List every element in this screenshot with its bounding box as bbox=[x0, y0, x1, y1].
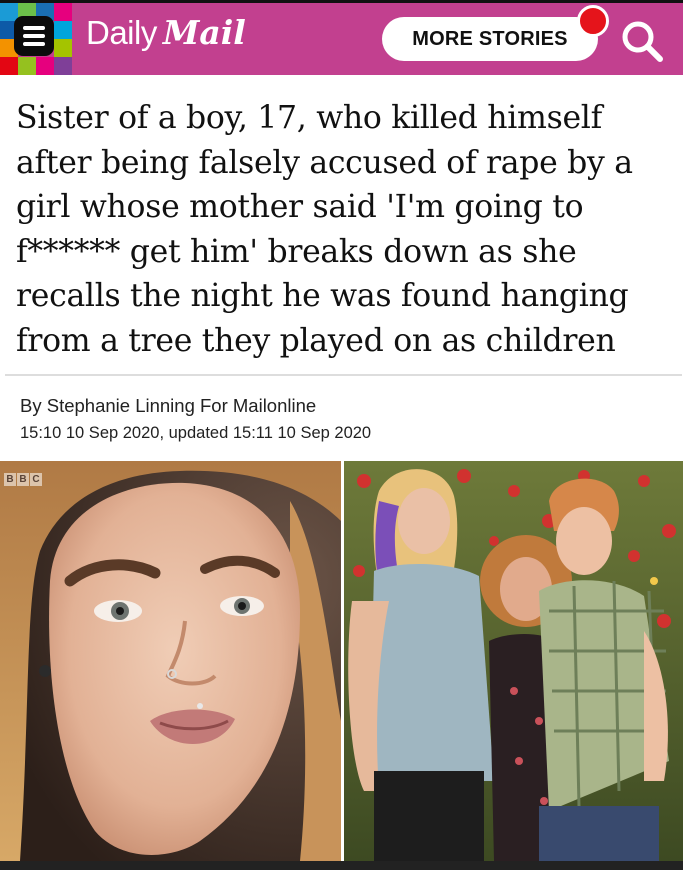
notification-dot bbox=[577, 5, 609, 37]
bbc-watermark: B B C bbox=[4, 473, 42, 486]
menu-icon[interactable] bbox=[14, 16, 54, 56]
photo-family-image bbox=[344, 461, 683, 861]
bbc-letter-3: C bbox=[30, 473, 42, 486]
daily-mail-logo[interactable]: Daily Mail bbox=[86, 13, 246, 63]
top-strip bbox=[0, 0, 683, 3]
photo-sister-closeup[interactable] bbox=[0, 461, 341, 861]
site-header: Daily Mail MORE STORIES bbox=[0, 0, 683, 75]
logo-mail-text: Mail bbox=[162, 13, 246, 52]
divider bbox=[5, 374, 682, 376]
photo-sister-closeup-image bbox=[0, 461, 341, 861]
bbc-letter-2: B bbox=[17, 473, 29, 486]
bottom-strip bbox=[0, 861, 683, 870]
logo-daily-text: Daily bbox=[86, 14, 157, 51]
photo-family[interactable] bbox=[344, 461, 683, 861]
article-dateline: 15:10 10 Sep 2020, updated 15:11 10 Sep … bbox=[20, 424, 372, 442]
article-headline: Sister of a boy, 17, who killed himself … bbox=[16, 100, 633, 359]
search-icon[interactable] bbox=[619, 18, 665, 64]
article-byline: By Stephanie Linning For Mailonline bbox=[20, 395, 317, 416]
more-stories-button[interactable]: MORE STORIES bbox=[382, 17, 598, 61]
bbc-letter-1: B bbox=[4, 473, 16, 486]
